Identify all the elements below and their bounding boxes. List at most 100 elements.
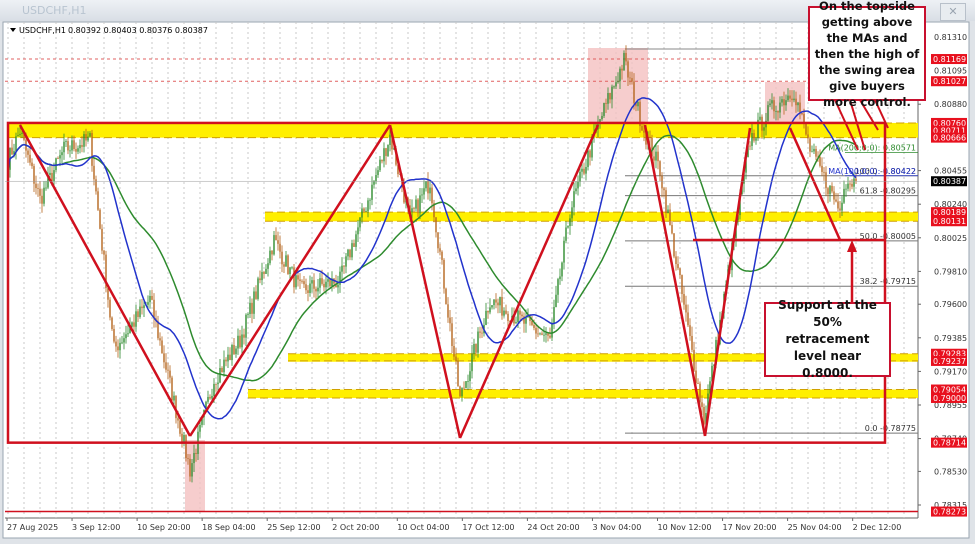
- price-tick-label: 0.78530: [934, 467, 967, 476]
- candle-body: [373, 182, 374, 185]
- candle-body: [659, 161, 660, 176]
- candle-body: [629, 78, 630, 79]
- candle-body: [783, 99, 784, 105]
- candle-body: [487, 311, 488, 312]
- candle-body: [327, 279, 328, 282]
- candle-body: [499, 297, 500, 305]
- candle-body: [125, 334, 126, 338]
- candle-body: [599, 119, 600, 122]
- time-tick-label: 18 Sep 04:00: [202, 523, 255, 532]
- support-resistance-zone: [8, 123, 918, 138]
- candle-body: [289, 267, 290, 274]
- candle-body: [545, 333, 546, 335]
- candle-body: [259, 278, 260, 280]
- candle-body: [425, 181, 426, 188]
- current-price-label: 0.80387: [933, 177, 966, 186]
- candle-body: [811, 151, 812, 152]
- bottom-callout: Support at the 50% retracement level nea…: [764, 302, 891, 377]
- candle-body: [851, 184, 852, 187]
- time-tick-label: 10 Sep 20:00: [137, 523, 190, 532]
- candle-body: [627, 61, 628, 77]
- candle-body: [153, 300, 154, 319]
- candle-body: [625, 53, 626, 61]
- price-tick-label: 0.79810: [934, 267, 967, 276]
- candle-body: [325, 282, 326, 288]
- candle-body: [849, 184, 850, 185]
- candle-body: [821, 166, 822, 172]
- candle-body: [91, 133, 92, 166]
- candle-body: [437, 232, 438, 248]
- candle-body: [119, 343, 120, 350]
- candle-body: [675, 256, 676, 264]
- candle-body: [191, 463, 192, 476]
- candle-body: [815, 149, 816, 157]
- candle-body: [435, 217, 436, 232]
- candle-body: [71, 140, 72, 150]
- candle-body: [617, 81, 618, 82]
- candle-body: [441, 252, 442, 260]
- candle-body: [301, 281, 302, 282]
- time-tick-label: 3 Nov 04:00: [592, 523, 641, 532]
- time-tick-label: 27 Aug 2025: [7, 523, 58, 532]
- candle-body: [415, 200, 416, 209]
- candle-body: [109, 300, 110, 318]
- candle-body: [265, 269, 266, 274]
- support-resistance-zone: [248, 390, 918, 398]
- candle-body: [669, 210, 670, 226]
- candle-body: [847, 184, 848, 189]
- candle-body: [621, 69, 622, 71]
- candle-body: [619, 69, 620, 81]
- candle-body: [411, 208, 412, 212]
- candle-body: [795, 99, 796, 106]
- candle-body: [813, 149, 814, 152]
- candle-body: [779, 103, 780, 113]
- candle-body: [43, 188, 44, 204]
- candle-body: [365, 211, 366, 212]
- candle-body: [115, 342, 116, 347]
- candle-body: [135, 311, 136, 326]
- candle-body: [845, 189, 846, 190]
- chart-symbol-label: USDCHF,H1: [19, 26, 66, 35]
- candle-body: [479, 332, 480, 333]
- price-tick-label: 0.79170: [934, 367, 967, 376]
- candle-body: [447, 304, 448, 317]
- candle-body: [209, 397, 210, 399]
- candle-body: [215, 384, 216, 385]
- candle-body: [271, 251, 272, 255]
- candle-body: [41, 196, 42, 204]
- candle-body: [631, 78, 632, 81]
- candle-body: [603, 103, 604, 116]
- time-tick-label: 2 Dec 12:00: [853, 523, 902, 532]
- candle-body: [53, 170, 54, 181]
- fib-level-label: 0.0 -0.78775: [865, 424, 916, 433]
- candle-body: [643, 131, 644, 133]
- ohlc-values-label: 0.80392 0.80403 0.80376 0.80387: [68, 26, 208, 35]
- candle-body: [35, 184, 36, 188]
- price-tick-label: 0.79385: [934, 334, 967, 343]
- candle-body: [165, 362, 166, 369]
- candle-body: [485, 311, 486, 325]
- candle-body: [349, 250, 350, 258]
- candle-body: [663, 188, 664, 190]
- candle-body: [571, 207, 572, 218]
- candle-body: [353, 243, 354, 247]
- candle-body: [673, 233, 674, 256]
- candle-body: [413, 208, 414, 209]
- price-level-tag-text: 0.81027: [933, 77, 966, 86]
- candle-body: [801, 113, 802, 114]
- candle-body: [295, 275, 296, 287]
- candle-body: [453, 346, 454, 357]
- candle-body: [355, 234, 356, 247]
- candle-body: [839, 209, 840, 211]
- price-tick-label: 0.81310: [934, 33, 967, 42]
- candle-body: [751, 133, 752, 146]
- candle-body: [493, 299, 494, 305]
- candle-body: [85, 134, 86, 140]
- candle-body: [207, 397, 208, 402]
- candle-body: [423, 188, 424, 194]
- price-tick-label: 0.80455: [934, 167, 967, 176]
- candle-body: [825, 172, 826, 188]
- candle-body: [361, 208, 362, 217]
- candle-body: [323, 284, 324, 287]
- candle-body: [223, 360, 224, 373]
